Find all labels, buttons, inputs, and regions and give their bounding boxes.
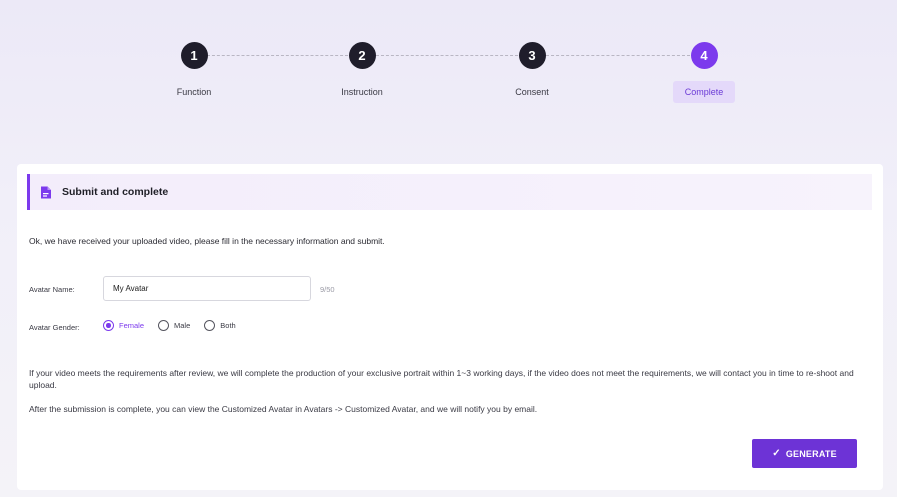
radio-label: Female xyxy=(119,321,145,330)
radio-label: Male xyxy=(174,321,191,330)
avatar-name-input[interactable] xyxy=(103,276,311,301)
after-submit-note: After the submission is complete, you ca… xyxy=(29,404,538,414)
step-label: Instruction xyxy=(341,87,383,97)
step-complete[interactable]: 4 Complete xyxy=(649,42,759,103)
check-icon: ✓ xyxy=(772,448,781,459)
section-title: Submit and complete xyxy=(62,186,169,198)
avatar-name-label: Avatar Name: xyxy=(29,285,75,294)
step-label: Function xyxy=(176,87,212,97)
step-label-active: Complete xyxy=(672,81,736,103)
step-number: 1 xyxy=(180,42,208,69)
step-consent[interactable]: 3 Consent xyxy=(477,42,587,103)
radio-both[interactable]: Both xyxy=(204,320,236,331)
radio-label: Both xyxy=(220,321,236,330)
intro-text: Ok, we have received your uploaded video… xyxy=(29,236,385,246)
progress-stepper: 1 Function 2 Instruction 3 Consent 4 Com… xyxy=(0,0,897,150)
document-icon xyxy=(40,186,52,199)
submit-card: Submit and complete Ok, we have received… xyxy=(17,164,883,490)
step-number-active: 4 xyxy=(690,42,718,69)
generate-button[interactable]: ✓ GENERATE xyxy=(752,439,857,468)
step-number: 3 xyxy=(518,42,546,69)
radio-male[interactable]: Male xyxy=(158,320,190,331)
radio-button[interactable] xyxy=(158,320,170,331)
step-function[interactable]: 1 Function xyxy=(139,42,249,103)
radio-female[interactable]: Female xyxy=(103,320,144,331)
step-label: Consent xyxy=(515,87,549,97)
review-note: If your video meets the requirements aft… xyxy=(29,368,854,390)
gender-radio-group: Female Male Both xyxy=(103,320,250,331)
step-number: 2 xyxy=(348,42,376,69)
step-instruction[interactable]: 2 Instruction xyxy=(307,42,417,103)
radio-button-checked[interactable] xyxy=(103,320,114,331)
generate-label: GENERATE xyxy=(785,448,837,459)
char-counter: 9/50 xyxy=(320,285,335,294)
radio-button[interactable] xyxy=(204,320,216,331)
section-header: Submit and complete xyxy=(27,174,872,210)
avatar-gender-label: Avatar Gender: xyxy=(29,323,80,332)
